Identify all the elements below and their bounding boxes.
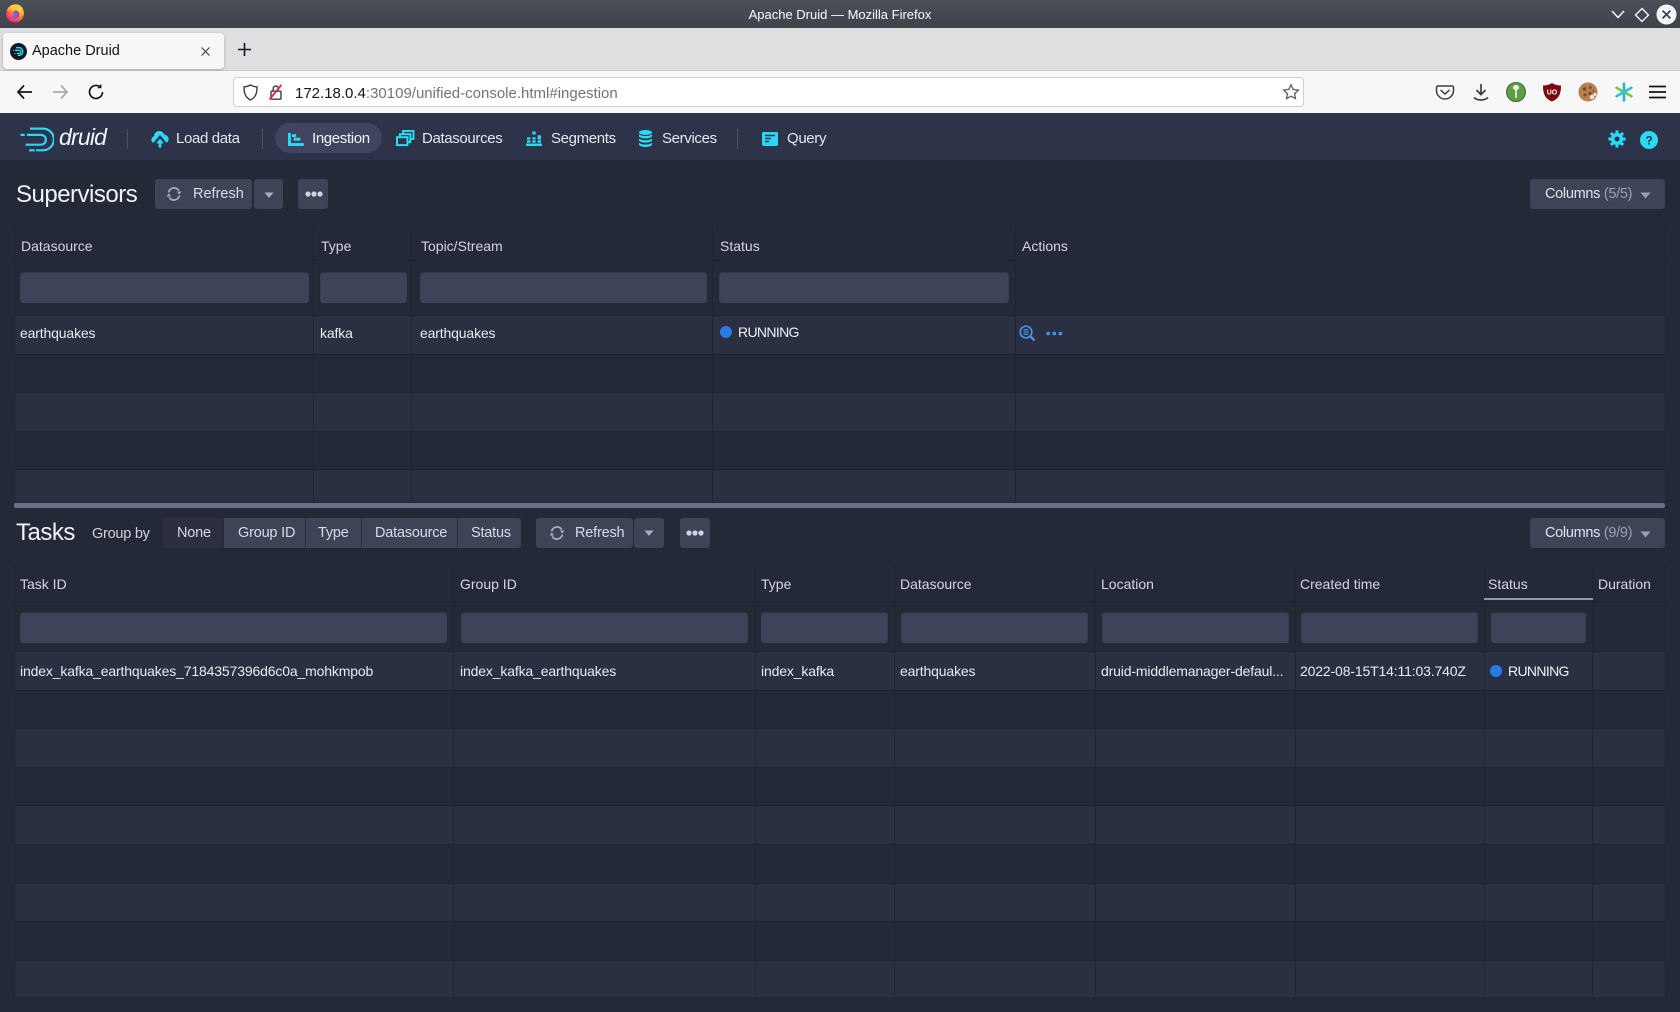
svg-text:?: ? — [1645, 133, 1652, 147]
svg-text:UO: UO — [1547, 90, 1558, 97]
